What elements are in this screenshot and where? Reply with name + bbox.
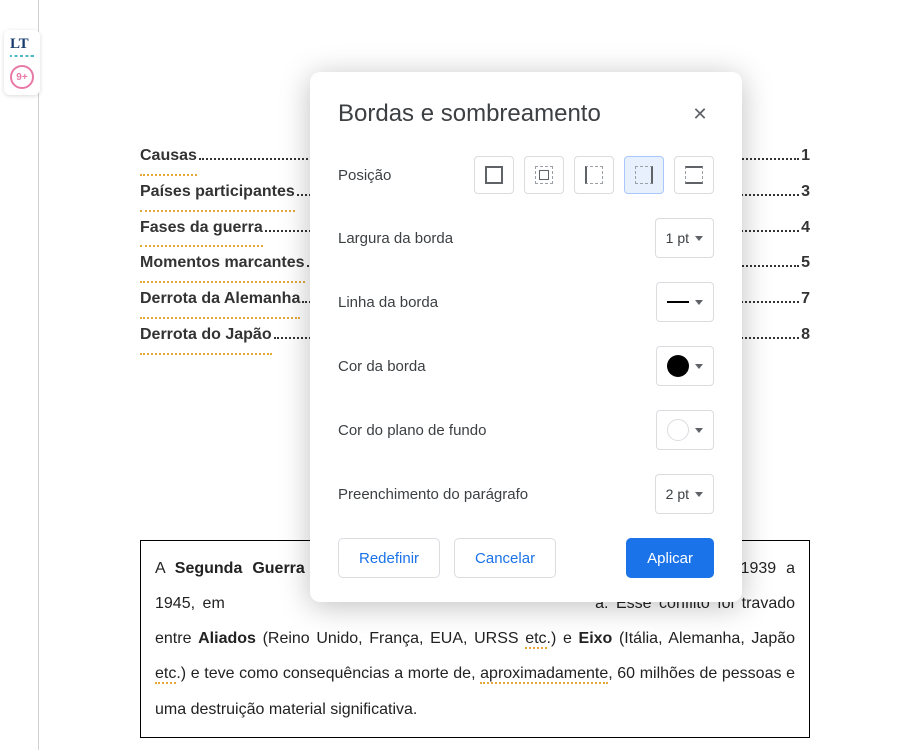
page-margin-line (38, 0, 39, 750)
line-solid-icon (667, 301, 689, 303)
border-line-label: Linha da borda (338, 294, 438, 311)
position-left-button[interactable] (574, 156, 614, 194)
border-right-icon (635, 166, 653, 184)
position-inner-button[interactable] (524, 156, 564, 194)
cancel-button[interactable]: Cancelar (454, 538, 556, 578)
toc-page: 8 (801, 319, 810, 352)
border-all-icon (485, 166, 503, 184)
position-options (474, 156, 714, 194)
position-all-button[interactable] (474, 156, 514, 194)
color-swatch-white-icon (667, 419, 689, 441)
padding-label: Preenchimento do parágrafo (338, 486, 528, 503)
toc-page: 4 (801, 212, 810, 245)
position-right-button[interactable] (624, 156, 664, 194)
chevron-down-icon (695, 236, 703, 241)
chevron-down-icon (695, 428, 703, 433)
toc-page: 3 (801, 176, 810, 209)
extension-panel: LT 9+ (4, 30, 40, 95)
toc-label: Causas (140, 140, 197, 176)
toc-label: Fases da guerra (140, 212, 263, 248)
error-count-badge[interactable]: 9+ (10, 65, 34, 89)
border-left-icon (585, 166, 603, 184)
position-topbottom-button[interactable] (674, 156, 714, 194)
color-swatch-black-icon (667, 355, 689, 377)
bgcolor-label: Cor do plano de fundo (338, 422, 486, 439)
chevron-down-icon (695, 300, 703, 305)
toc-page: 7 (801, 283, 810, 316)
toc-label: Países participantes (140, 176, 295, 212)
lt-badge[interactable]: LT (10, 36, 34, 57)
toc-label: Derrota do Japão (140, 319, 272, 355)
toc-label: Momentos marcantes (140, 247, 305, 283)
toc-label: Derrota da Alemanha (140, 283, 300, 319)
borders-shading-dialog: Bordas e sombreamento ✕ Posição Largu (310, 72, 742, 602)
chevron-down-icon (695, 492, 703, 497)
padding-value: 2 pt (666, 486, 689, 502)
padding-dropdown[interactable]: 2 pt (655, 474, 714, 514)
border-width-value: 1 pt (666, 230, 689, 246)
border-width-label: Largura da borda (338, 230, 453, 247)
chevron-down-icon (695, 364, 703, 369)
border-color-dropdown[interactable] (656, 346, 714, 386)
close-icon: ✕ (692, 104, 707, 125)
border-color-label: Cor da borda (338, 358, 426, 375)
apply-button[interactable]: Aplicar (626, 538, 714, 578)
toc-page: 5 (801, 247, 810, 280)
border-width-dropdown[interactable]: 1 pt (655, 218, 714, 258)
border-topbottom-icon (685, 166, 703, 184)
dialog-title: Bordas e sombreamento (338, 100, 601, 128)
close-button[interactable]: ✕ (686, 100, 714, 128)
border-line-dropdown[interactable] (656, 282, 714, 322)
bgcolor-dropdown[interactable] (656, 410, 714, 450)
border-inner-icon (535, 166, 553, 184)
position-label: Posição (338, 167, 391, 184)
reset-button[interactable]: Redefinir (338, 538, 440, 578)
toc-page: 1 (801, 140, 810, 173)
